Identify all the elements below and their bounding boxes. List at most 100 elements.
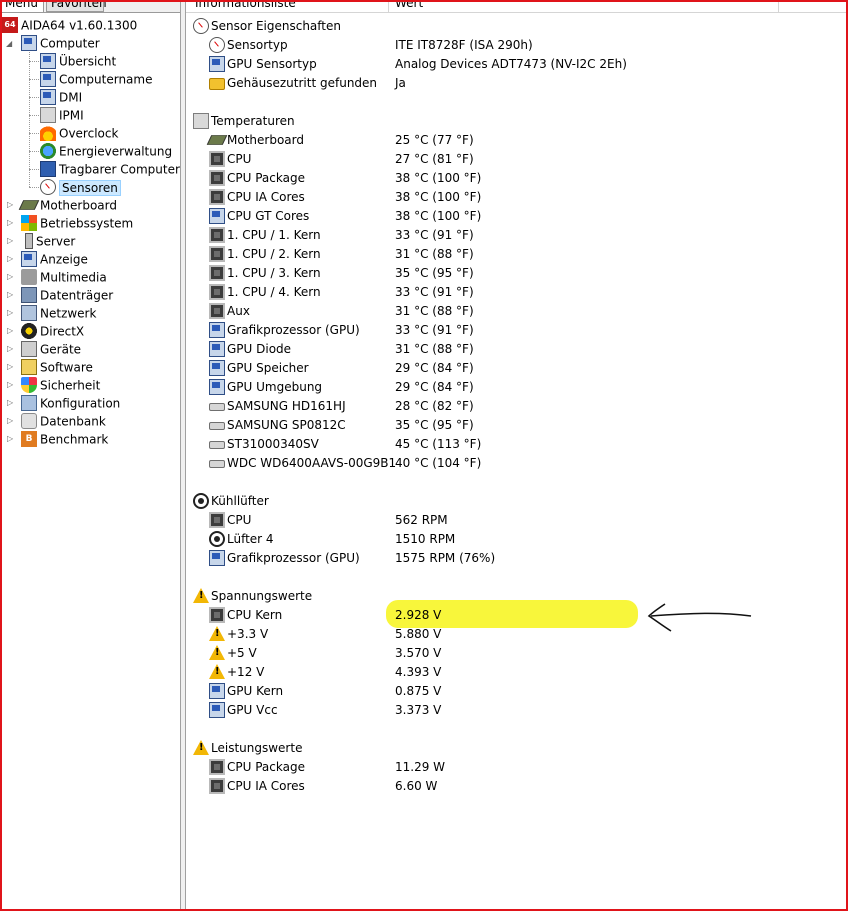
storage-icon <box>21 286 37 303</box>
list-item[interactable]: Motherboard 25 °C (77 °F) <box>186 131 846 150</box>
expand-icon[interactable]: ▷ <box>7 363 15 371</box>
tree-item-dmi[interactable]: DMI <box>40 88 82 106</box>
laptop-icon <box>40 160 56 177</box>
list-item[interactable]: 1. CPU / 1. Kern 33 °C (91 °F) <box>186 226 846 245</box>
list-item[interactable]: CPU 562 RPM <box>186 511 846 530</box>
list-item[interactable]: 1. CPU / 2. Kern 31 °C (88 °F) <box>186 245 846 264</box>
list-item[interactable]: Grafikprozessor (GPU) 33 °C (91 °F) <box>186 321 846 340</box>
list-item[interactable]: CPU Package 38 °C (100 °F) <box>186 169 846 188</box>
list-item[interactable]: GPU Diode 31 °C (88 °F) <box>186 340 846 359</box>
expand-icon[interactable]: ▷ <box>7 435 15 443</box>
tree-item-anzeige[interactable]: Anzeige <box>21 250 88 268</box>
expand-icon[interactable]: ▷ <box>7 273 15 281</box>
tree-item-tragbarer-computer[interactable]: Tragbarer Computer <box>40 160 180 178</box>
column-separator[interactable] <box>388 0 389 12</box>
lock-icon <box>209 78 225 90</box>
column-separator[interactable] <box>778 0 779 12</box>
list-item[interactable]: CPU Package 11.29 W <box>186 758 846 777</box>
expand-icon[interactable]: ▷ <box>7 201 15 209</box>
tree-item-motherboard[interactable]: Motherboard <box>18 196 117 214</box>
list-item[interactable]: WDC WD6400AAVS-00G9B1 40 °C (104 °F) <box>186 454 846 473</box>
list-item[interactable]: +5 V3.570 V <box>186 644 846 663</box>
list-item[interactable]: Grafikprozessor (GPU) 1575 RPM (76%) <box>186 549 846 568</box>
security-icon <box>21 376 37 393</box>
tree-root[interactable]: 64 AIDA64 v1.60.1300 <box>2 16 137 34</box>
list-item[interactable]: Lüfter 4 1510 RPM <box>186 530 846 549</box>
list-item[interactable]: 1. CPU / 3. Kern 35 °C (95 °F) <box>186 264 846 283</box>
expand-icon[interactable]: ▷ <box>7 309 15 317</box>
list-item[interactable]: CPU IA Cores 6.60 W <box>186 777 846 796</box>
list-item[interactable]: Sensortyp ITE IT8728F (ISA 290h) <box>186 36 846 55</box>
tree-item-datenbank[interactable]: Datenbank <box>21 412 106 430</box>
devices-icon <box>21 340 37 357</box>
expand-icon[interactable]: ▷ <box>7 381 15 389</box>
tree-item-sicherheit[interactable]: Sicherheit <box>21 376 100 394</box>
expand-icon[interactable]: ▷ <box>7 291 15 299</box>
warning-icon <box>193 740 209 755</box>
list-item[interactable]: 1. CPU / 4. Kern 33 °C (91 °F) <box>186 283 846 302</box>
list-item[interactable]: CPU Kern 2.928 V <box>186 606 846 625</box>
group-header-power[interactable]: Leistungswerte <box>186 739 846 758</box>
tree-item-overclock[interactable]: Overclock <box>40 124 118 142</box>
tree-item-software[interactable]: Software <box>21 358 93 376</box>
tree-item-server[interactable]: Server <box>21 232 75 250</box>
list-item[interactable]: CPU GT Cores 38 °C (100 °F) <box>186 207 846 226</box>
fan-icon <box>193 493 209 509</box>
column-header-value[interactable]: Wert <box>395 0 423 10</box>
tree-item-netzwerk[interactable]: Netzwerk <box>21 304 96 322</box>
tree-item-multimedia[interactable]: Multimedia <box>21 268 107 286</box>
disk-icon <box>209 422 225 430</box>
disk-icon <box>209 460 225 468</box>
list-item[interactable]: Gehäusezutritt gefunden Ja <box>186 74 846 93</box>
disk-icon <box>209 403 225 411</box>
column-header: Informationsliste Wert <box>186 0 846 13</box>
group-header-sensor[interactable]: Sensor Eigenschaften <box>186 17 846 36</box>
list-item[interactable]: GPU Kern 0.875 V <box>186 682 846 701</box>
tree-item-energieverwaltung[interactable]: Energieverwaltung <box>40 142 172 160</box>
tree-item-übersicht[interactable]: Übersicht <box>40 52 116 70</box>
sensor-list-pane: Informationsliste Wert Sensor Eigenschaf… <box>186 0 846 909</box>
tree-item-computername[interactable]: Computername <box>40 70 152 88</box>
gauge-icon <box>209 37 225 53</box>
tree-item-geräte[interactable]: Geräte <box>21 340 81 358</box>
list-item[interactable]: ST31000340SV 45 °C (113 °F) <box>186 435 846 454</box>
list-item[interactable]: Aux 31 °C (88 °F) <box>186 302 846 321</box>
tree-item-konfiguration[interactable]: Konfiguration <box>21 394 120 412</box>
tree-item-datenträger[interactable]: Datenträger <box>21 286 113 304</box>
expand-icon[interactable]: ▷ <box>7 219 15 227</box>
tab-favorites[interactable]: Favoriten <box>46 0 107 12</box>
tree-item-sensoren[interactable]: Sensoren <box>40 178 121 196</box>
list-item[interactable]: GPU Sensortyp Analog Devices ADT7473 (NV-… <box>186 55 846 74</box>
warning-icon <box>209 645 225 660</box>
group-header-fans[interactable]: Kühllüfter <box>186 492 846 511</box>
list-item[interactable]: GPU Vcc 3.373 V <box>186 701 846 720</box>
tree-item-benchmark[interactable]: B Benchmark <box>21 430 108 448</box>
group-header-volts[interactable]: Spannungswerte <box>186 587 846 606</box>
list-item[interactable]: CPU IA Cores 38 °C (100 °F) <box>186 188 846 207</box>
expand-icon[interactable]: ▷ <box>7 417 15 425</box>
tree-item-directx[interactable]: DirectX <box>21 322 84 340</box>
list-item[interactable]: +3.3 V5.880 V <box>186 625 846 644</box>
expand-icon[interactable]: ▷ <box>7 345 15 353</box>
tree-item-computer[interactable]: Computer <box>21 34 100 52</box>
collapse-icon[interactable]: ◢ <box>6 40 14 48</box>
tab-menu[interactable]: Menü <box>0 0 44 12</box>
list-item[interactable]: +12 V4.393 V <box>186 663 846 682</box>
list-item[interactable]: GPU Umgebung 29 °C (84 °F) <box>186 378 846 397</box>
list-item[interactable]: GPU Speicher 29 °C (84 °F) <box>186 359 846 378</box>
expand-icon[interactable]: ▷ <box>7 327 15 335</box>
cpu-icon <box>209 227 225 243</box>
expand-icon[interactable]: ▷ <box>7 399 15 407</box>
group-header-temps[interactable]: Temperaturen <box>186 112 846 131</box>
gauge-icon <box>193 18 209 34</box>
pane-tabs: Menü Favoriten <box>0 0 180 13</box>
gpu-icon <box>209 360 225 376</box>
expand-icon[interactable]: ▷ <box>7 237 15 245</box>
column-header-info[interactable]: Informationsliste <box>195 0 296 10</box>
tree-item-betriebssystem[interactable]: Betriebssystem <box>21 214 133 232</box>
list-item[interactable]: SAMSUNG SP0812C 35 °C (95 °F) <box>186 416 846 435</box>
list-item[interactable]: SAMSUNG HD161HJ 28 °C (82 °F) <box>186 397 846 416</box>
tree-item-ipmi[interactable]: IPMI <box>40 106 84 124</box>
list-item[interactable]: CPU 27 °C (81 °F) <box>186 150 846 169</box>
expand-icon[interactable]: ▷ <box>7 255 15 263</box>
